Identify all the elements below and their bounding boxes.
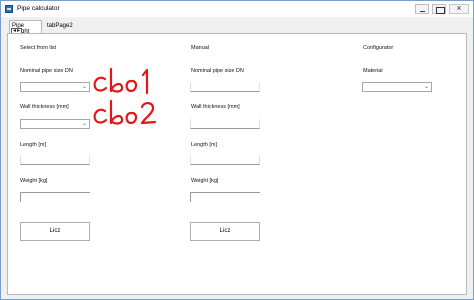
handwritten-annotations xyxy=(93,67,157,125)
app-window: Pipe calculator × Pipe weight tabPage2 ◂… xyxy=(0,0,474,300)
weight-output xyxy=(20,192,90,202)
annotation-stroke xyxy=(125,79,138,93)
annotation-stroke xyxy=(140,102,157,125)
wall-thickness-combo[interactable]: ⌄ xyxy=(20,119,90,129)
manual-heading: Manual xyxy=(191,45,210,51)
length-label: Length [m] xyxy=(20,142,46,148)
manual-wall-thickness-label: Wall thickness [mm] xyxy=(191,104,240,110)
close-button[interactable]: × xyxy=(449,3,469,14)
title-bar: Pipe calculator × xyxy=(1,1,473,17)
manual-length-input[interactable] xyxy=(190,155,260,165)
configurator-heading: Configurator xyxy=(363,45,394,51)
annotation-stroke xyxy=(109,99,124,125)
select-from-list-heading: Select from list xyxy=(20,45,57,51)
app-window-icon xyxy=(5,5,13,13)
material-label: Material xyxy=(363,68,383,74)
annotation-stroke xyxy=(109,67,124,93)
calculate-button-manual[interactable]: Licz xyxy=(190,222,260,241)
manual-wall-thickness-input[interactable] xyxy=(190,119,260,129)
weight-label: Weight [kg] xyxy=(20,178,48,184)
annotation-stroke xyxy=(125,111,138,125)
annotation-stroke xyxy=(93,108,108,124)
annotation-stroke xyxy=(93,76,108,92)
tab-page-pipe-weight: Select from list Nominal pipe size DN ⌄ … xyxy=(7,33,467,295)
manual-nominal-size-label: Nominal pipe size DN xyxy=(191,68,244,74)
length-input[interactable] xyxy=(20,155,90,165)
material-combo[interactable]: ⌄ xyxy=(362,82,432,92)
calculate-button-list[interactable]: Licz xyxy=(20,222,90,241)
tab-page2[interactable]: tabPage2 xyxy=(45,21,75,33)
manual-weight-label: Weight [kg] xyxy=(191,178,219,184)
nominal-size-label: Nominal pipe size DN xyxy=(20,68,73,74)
window-title: Pipe calculator xyxy=(17,5,60,12)
minimize-button[interactable] xyxy=(415,4,429,14)
manual-nominal-size-input[interactable] xyxy=(190,82,260,92)
maximize-button[interactable] xyxy=(432,4,446,14)
nominal-size-combo[interactable]: ⌄ xyxy=(20,82,90,92)
chevron-down-icon: ⌄ xyxy=(423,84,429,90)
wall-thickness-label: Wall thickness [mm] xyxy=(20,104,69,110)
close-icon: × xyxy=(456,3,462,13)
manual-length-label: Length [m] xyxy=(191,142,217,148)
chevron-down-icon: ⌄ xyxy=(81,84,87,90)
manual-weight-output xyxy=(190,192,260,202)
chevron-down-icon: ⌄ xyxy=(81,121,87,127)
annotation-stroke xyxy=(141,68,149,95)
